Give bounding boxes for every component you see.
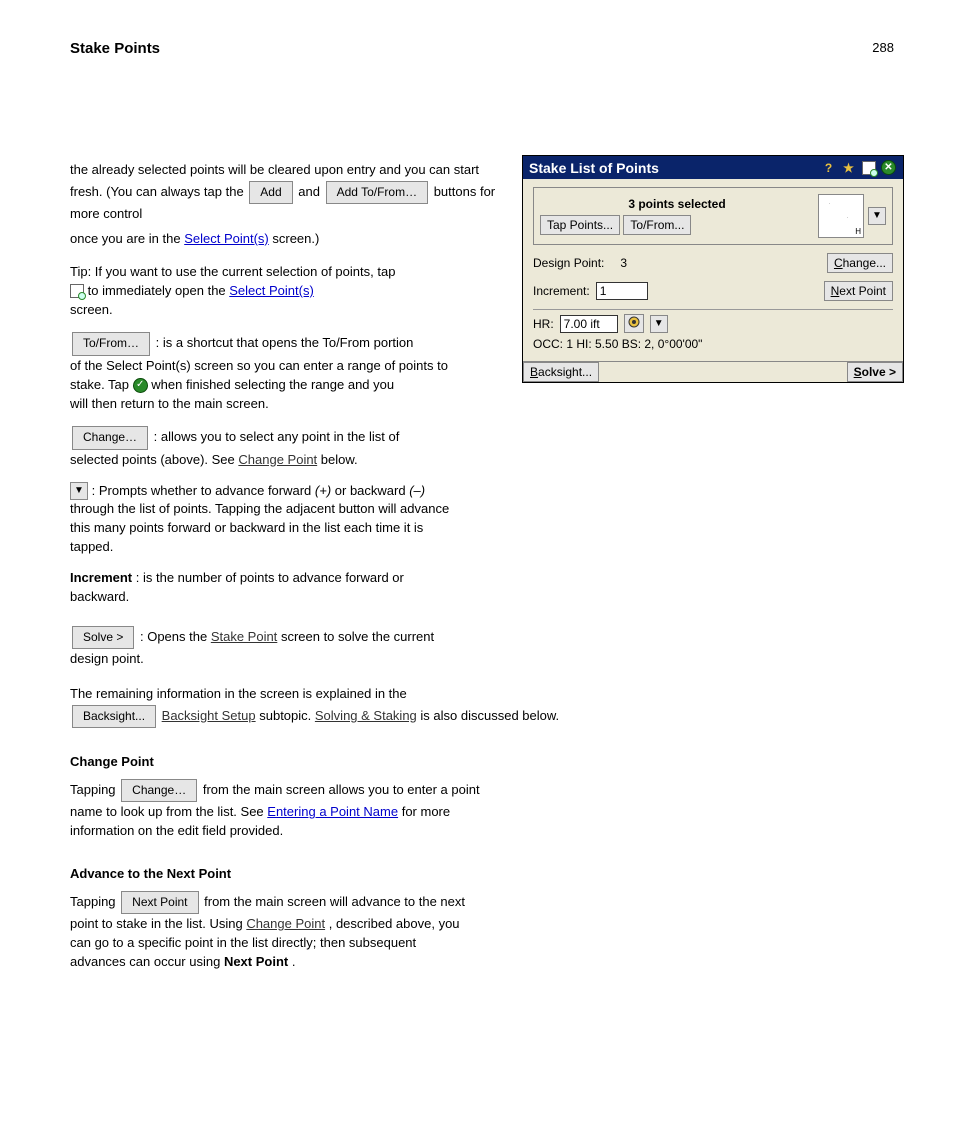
- hr-dropdown[interactable]: ▼: [650, 315, 668, 333]
- next-point-button[interactable]: Next Point: [824, 281, 893, 301]
- figure-stake-list: Stake List of Points ? ★ ✕ 3 points sele…: [522, 155, 904, 383]
- add-button-ref[interactable]: Add: [249, 181, 292, 204]
- points-preview: H · ·: [818, 194, 864, 238]
- star-icon[interactable]: ★: [840, 159, 857, 176]
- increment-input[interactable]: [596, 282, 648, 300]
- design-point-value: 3: [620, 256, 627, 270]
- close-icon[interactable]: ✕: [880, 159, 897, 176]
- direction-dropdown-ref[interactable]: ▼: [70, 482, 88, 500]
- clipboard-icon: [70, 284, 84, 298]
- target-icon: [628, 316, 640, 328]
- select-points-link-2[interactable]: Select Point(s): [229, 283, 314, 298]
- figure-title: Stake List of Points: [529, 160, 817, 176]
- solve-button[interactable]: Solve >: [847, 362, 903, 382]
- change-point-xref[interactable]: Change Point: [238, 452, 317, 467]
- check-icon: ✓: [133, 378, 148, 393]
- tofrom-button-ref[interactable]: To/From…: [72, 332, 150, 355]
- para-remaining: The remaining information in the screen …: [70, 685, 904, 729]
- para-cp: Tapping Change… from the main screen all…: [70, 778, 904, 841]
- help-icon[interactable]: ?: [820, 159, 837, 176]
- hr-label: HR:: [533, 317, 554, 331]
- heading-advance: Advance to the Next Point: [70, 865, 904, 884]
- change-point-xref-2[interactable]: Change Point: [246, 916, 325, 931]
- para-change: Change… : allows you to select any point…: [70, 425, 904, 469]
- heading-change-point: Change Point: [70, 753, 904, 772]
- tap-points-button[interactable]: Tap Points...: [540, 215, 620, 235]
- hr-target-button[interactable]: [624, 314, 644, 333]
- solve-button-ref[interactable]: Solve >: [72, 626, 134, 649]
- clipboard-icon[interactable]: [860, 159, 877, 176]
- entering-point-name-link[interactable]: Entering a Point Name: [267, 804, 398, 819]
- hr-input[interactable]: [560, 315, 618, 333]
- occ-status: OCC: 1 HI: 5.50 BS: 2, 0°00'00": [533, 337, 893, 351]
- select-points-link[interactable]: Select Point(s): [184, 231, 269, 246]
- change-button-ref[interactable]: Change…: [72, 426, 148, 449]
- preview-dropdown[interactable]: ▼: [868, 207, 886, 225]
- add-tofrom-button-ref[interactable]: Add To/From…: [326, 181, 428, 204]
- increment-label: Increment:: [533, 284, 590, 298]
- next-point-button-ref[interactable]: Next Point: [121, 891, 198, 914]
- page-title: Stake Points: [70, 40, 904, 57]
- para-increment: Increment : is the number of points to a…: [70, 569, 904, 607]
- change-button-ref-2[interactable]: Change…: [121, 779, 197, 802]
- para-solve: Solve > : Opens the Stake Point screen t…: [70, 625, 904, 669]
- points-summary: 3 points selected: [540, 197, 814, 211]
- design-point-label: Design Point:: [533, 256, 604, 270]
- backsight-button-ref[interactable]: Backsight...: [72, 705, 156, 728]
- change-button[interactable]: CChange...hange...: [827, 253, 893, 273]
- points-group: 3 points selected Tap Points... To/From.…: [533, 187, 893, 245]
- to-from-button[interactable]: To/From...: [623, 215, 691, 235]
- para-dropdown: ▼ : Prompts whether to advance forward (…: [70, 482, 904, 557]
- page-number: 288: [872, 40, 894, 55]
- figure-titlebar: Stake List of Points ? ★ ✕: [523, 156, 903, 179]
- para-np: Tapping Next Point from the main screen …: [70, 890, 904, 972]
- backsight-setup-xref[interactable]: Backsight Setup: [162, 708, 256, 723]
- solving-staking-xref[interactable]: Solving & Staking: [315, 708, 417, 723]
- stake-point-xref[interactable]: Stake Point: [211, 629, 278, 644]
- backsight-button[interactable]: Backsight...: [523, 362, 599, 382]
